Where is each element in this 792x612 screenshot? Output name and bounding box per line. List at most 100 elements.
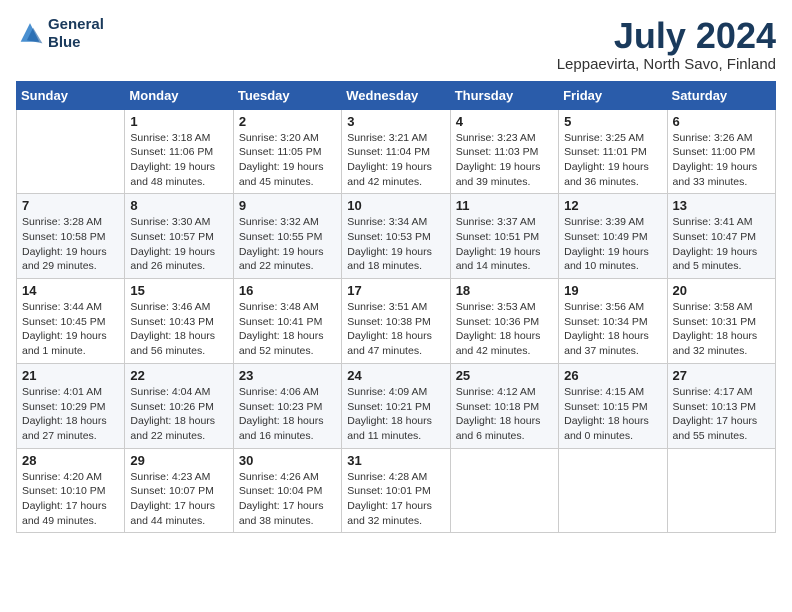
calendar-cell <box>559 448 667 533</box>
calendar-cell: 27 Sunrise: 4:17 AMSunset: 10:13 PMDaylig… <box>667 363 775 448</box>
weekday-header-tuesday: Tuesday <box>233 81 341 109</box>
calendar-cell: 16Sunrise: 3:48 AMSunset: 10:41 PMDaylig… <box>233 279 341 364</box>
weekday-header-saturday: Saturday <box>667 81 775 109</box>
calendar-cell: 4Sunrise: 3:23 AMSunset: 11:03 PMDayligh… <box>450 109 558 194</box>
calendar-cell: 2 Sunrise: 3:20 AMSunset: 11:05 PMDayligh… <box>233 109 341 194</box>
calendar-cell: 7Sunrise: 3:28 AMSunset: 10:58 PMDayligh… <box>17 194 125 279</box>
day-number: 23 <box>239 368 336 383</box>
calendar-cell: 26 Sunrise: 4:15 AMSunset: 10:15 PMDaylig… <box>559 363 667 448</box>
day-number: 12 <box>564 198 661 213</box>
day-info: Sunrise: 4:26 AMSunset: 10:04 PMDaylight… <box>239 470 336 529</box>
logo-icon <box>16 20 44 48</box>
day-number: 29 <box>130 453 227 468</box>
day-number: 21 <box>22 368 119 383</box>
calendar-cell: 20 Sunrise: 3:58 AMSunset: 10:31 PMDaylig… <box>667 279 775 364</box>
day-info: Sunrise: 3:25 AMSunset: 11:01 PMDaylight… <box>564 131 661 190</box>
day-info: Sunrise: 3:32 AMSunset: 10:55 PMDaylight… <box>239 215 336 274</box>
day-info: Sunrise: 4:28 AMSunset: 10:01 PMDaylight… <box>347 470 444 529</box>
day-number: 16 <box>239 283 336 298</box>
day-number: 15 <box>130 283 227 298</box>
day-number: 27 <box>673 368 770 383</box>
day-info: Sunrise: 3:56 AMSunset: 10:34 PMDaylight… <box>564 300 661 359</box>
day-number: 8 <box>130 198 227 213</box>
calendar-cell: 15 Sunrise: 3:46 AMSunset: 10:43 PMDaylig… <box>125 279 233 364</box>
day-info: Sunrise: 4:04 AMSunset: 10:26 PMDaylight… <box>130 385 227 444</box>
day-info: Sunrise: 3:58 AMSunset: 10:31 PMDaylight… <box>673 300 770 359</box>
title-block: July 2024 Leppaevirta, North Savo, Finla… <box>557 16 776 73</box>
day-info: Sunrise: 4:01 AMSunset: 10:29 PMDaylight… <box>22 385 119 444</box>
day-number: 24 <box>347 368 444 383</box>
weekday-header-friday: Friday <box>559 81 667 109</box>
calendar-cell: 21 Sunrise: 4:01 AMSunset: 10:29 PMDaylig… <box>17 363 125 448</box>
calendar-cell: 12 Sunrise: 3:39 AMSunset: 10:49 PMDaylig… <box>559 194 667 279</box>
location-title: Leppaevirta, North Savo, Finland <box>557 56 776 73</box>
day-number: 14 <box>22 283 119 298</box>
calendar-cell: 18Sunrise: 3:53 AMSunset: 10:36 PMDaylig… <box>450 279 558 364</box>
calendar-cell <box>17 109 125 194</box>
calendar-cell: 6 Sunrise: 3:26 AMSunset: 11:00 PMDayligh… <box>667 109 775 194</box>
calendar-cell: 14 Sunrise: 3:44 AMSunset: 10:45 PMDaylig… <box>17 279 125 364</box>
calendar-cell: 25Sunrise: 4:12 AMSunset: 10:18 PMDaylig… <box>450 363 558 448</box>
day-number: 1 <box>130 114 227 129</box>
calendar-cell: 29 Sunrise: 4:23 AMSunset: 10:07 PMDaylig… <box>125 448 233 533</box>
weekday-header-row: SundayMondayTuesdayWednesdayThursdayFrid… <box>17 81 776 109</box>
calendar-week-row: 14 Sunrise: 3:44 AMSunset: 10:45 PMDaylig… <box>17 279 776 364</box>
calendar-cell: 23 Sunrise: 4:06 AMSunset: 10:23 PMDaylig… <box>233 363 341 448</box>
day-info: Sunrise: 3:51 AMSunset: 10:38 PMDaylight… <box>347 300 444 359</box>
day-info: Sunrise: 3:46 AMSunset: 10:43 PMDaylight… <box>130 300 227 359</box>
month-title: July 2024 <box>557 16 776 56</box>
calendar-week-row: 1 Sunrise: 3:18 AMSunset: 11:06 PMDayligh… <box>17 109 776 194</box>
calendar-cell: 31Sunrise: 4:28 AMSunset: 10:01 PMDaylig… <box>342 448 450 533</box>
day-number: 7 <box>22 198 119 213</box>
day-number: 9 <box>239 198 336 213</box>
calendar-cell: 28 Sunrise: 4:20 AMSunset: 10:10 PMDaylig… <box>17 448 125 533</box>
day-number: 11 <box>456 198 553 213</box>
day-number: 17 <box>347 283 444 298</box>
calendar-week-row: 7Sunrise: 3:28 AMSunset: 10:58 PMDayligh… <box>17 194 776 279</box>
calendar-cell: 19 Sunrise: 3:56 AMSunset: 10:34 PMDaylig… <box>559 279 667 364</box>
day-info: Sunrise: 4:23 AMSunset: 10:07 PMDaylight… <box>130 470 227 529</box>
calendar-cell: 9 Sunrise: 3:32 AMSunset: 10:55 PMDayligh… <box>233 194 341 279</box>
calendar-week-row: 21 Sunrise: 4:01 AMSunset: 10:29 PMDaylig… <box>17 363 776 448</box>
day-number: 5 <box>564 114 661 129</box>
day-number: 10 <box>347 198 444 213</box>
calendar-cell <box>450 448 558 533</box>
weekday-header-sunday: Sunday <box>17 81 125 109</box>
calendar-cell: 17 Sunrise: 3:51 AMSunset: 10:38 PMDaylig… <box>342 279 450 364</box>
day-info: Sunrise: 4:20 AMSunset: 10:10 PMDaylight… <box>22 470 119 529</box>
day-info: Sunrise: 4:17 AMSunset: 10:13 PMDaylight… <box>673 385 770 444</box>
day-number: 19 <box>564 283 661 298</box>
calendar-cell: 11Sunrise: 3:37 AMSunset: 10:51 PMDaylig… <box>450 194 558 279</box>
calendar-week-row: 28 Sunrise: 4:20 AMSunset: 10:10 PMDaylig… <box>17 448 776 533</box>
day-info: Sunrise: 4:09 AMSunset: 10:21 PMDaylight… <box>347 385 444 444</box>
calendar-table: SundayMondayTuesdayWednesdayThursdayFrid… <box>16 81 776 534</box>
day-info: Sunrise: 3:18 AMSunset: 11:06 PMDaylight… <box>130 131 227 190</box>
logo: General Blue <box>16 16 104 52</box>
calendar-cell: 3 Sunrise: 3:21 AMSunset: 11:04 PMDayligh… <box>342 109 450 194</box>
day-info: Sunrise: 4:12 AMSunset: 10:18 PMDaylight… <box>456 385 553 444</box>
day-info: Sunrise: 3:26 AMSunset: 11:00 PMDaylight… <box>673 131 770 190</box>
day-info: Sunrise: 4:06 AMSunset: 10:23 PMDaylight… <box>239 385 336 444</box>
calendar-cell <box>667 448 775 533</box>
day-info: Sunrise: 3:44 AMSunset: 10:45 PMDaylight… <box>22 300 119 359</box>
day-info: Sunrise: 3:34 AMSunset: 10:53 PMDaylight… <box>347 215 444 274</box>
day-number: 3 <box>347 114 444 129</box>
calendar-cell: 24 Sunrise: 4:09 AMSunset: 10:21 PMDaylig… <box>342 363 450 448</box>
day-info: Sunrise: 3:39 AMSunset: 10:49 PMDaylight… <box>564 215 661 274</box>
weekday-header-wednesday: Wednesday <box>342 81 450 109</box>
weekday-header-monday: Monday <box>125 81 233 109</box>
day-number: 28 <box>22 453 119 468</box>
day-number: 20 <box>673 283 770 298</box>
day-info: Sunrise: 3:41 AMSunset: 10:47 PMDaylight… <box>673 215 770 274</box>
day-number: 4 <box>456 114 553 129</box>
day-number: 13 <box>673 198 770 213</box>
day-number: 2 <box>239 114 336 129</box>
day-info: Sunrise: 3:20 AMSunset: 11:05 PMDaylight… <box>239 131 336 190</box>
calendar-cell: 10 Sunrise: 3:34 AMSunset: 10:53 PMDaylig… <box>342 194 450 279</box>
day-number: 26 <box>564 368 661 383</box>
day-number: 22 <box>130 368 227 383</box>
day-info: Sunrise: 3:21 AMSunset: 11:04 PMDaylight… <box>347 131 444 190</box>
calendar-cell: 30Sunrise: 4:26 AMSunset: 10:04 PMDaylig… <box>233 448 341 533</box>
day-number: 6 <box>673 114 770 129</box>
day-info: Sunrise: 4:15 AMSunset: 10:15 PMDaylight… <box>564 385 661 444</box>
